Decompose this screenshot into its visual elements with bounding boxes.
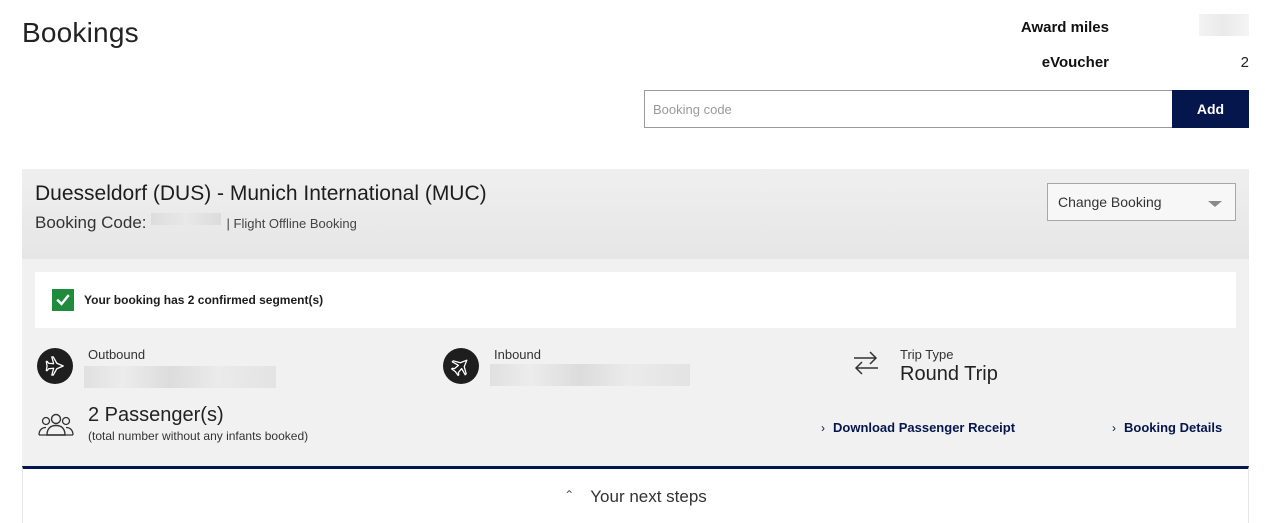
- masked-inbound-details: [490, 364, 690, 386]
- route-title: Duesseldorf (DUS) - Munich International…: [35, 182, 487, 205]
- booking-card-header: Duesseldorf (DUS) - Munich International…: [22, 169, 1249, 259]
- booking-details-link[interactable]: › Booking Details: [1112, 420, 1222, 435]
- caret-down-icon: [1208, 201, 1222, 207]
- booking-details-label: Booking Details: [1124, 420, 1223, 435]
- masked-award-miles: [1199, 14, 1249, 36]
- masked-outbound-details: [84, 366, 276, 388]
- add-button[interactable]: Add: [1172, 90, 1249, 128]
- confirmation-text: Your booking has 2 confirmed segment(s): [84, 293, 324, 307]
- inbound-label: Inbound: [494, 347, 541, 362]
- change-booking-select[interactable]: Change Booking: [1047, 183, 1236, 221]
- group-icon: [38, 410, 74, 438]
- confirmation-box: Your booking has 2 confirmed segment(s): [35, 272, 1236, 328]
- plane-departure-icon: [37, 348, 73, 384]
- trip-type-value: Round Trip: [900, 363, 998, 385]
- plane-arrival-icon: [443, 348, 479, 384]
- booking-type-label: | Flight Offline Booking: [226, 215, 357, 231]
- masked-booking-code: [150, 213, 221, 225]
- evoucher-label: eVoucher: [1041, 54, 1109, 71]
- booking-code-label: Booking Code:: [35, 213, 147, 232]
- swap-arrows-icon: [851, 349, 881, 377]
- download-receipt-label: Download Passenger Receipt: [833, 420, 1016, 435]
- chevron-right-icon: ›: [821, 420, 825, 435]
- award-miles-row: Award miles: [909, 14, 1249, 40]
- award-miles-value: [1109, 14, 1249, 40]
- evoucher-row: eVoucher 2: [909, 54, 1249, 71]
- download-receipt-link[interactable]: › Download Passenger Receipt: [821, 420, 1015, 435]
- trip-type-label: Trip Type: [900, 347, 954, 362]
- passenger-note: (total number without any infants booked…: [88, 429, 309, 443]
- next-steps-toggle[interactable]: ⌃ Your next steps: [23, 487, 1248, 507]
- add-booking-form: Add: [644, 90, 1249, 128]
- change-booking-label: Change Booking: [1058, 194, 1162, 210]
- checkmark-icon: [52, 289, 74, 311]
- chevron-right-icon: ›: [1112, 420, 1116, 435]
- page-title: Bookings: [22, 17, 139, 48]
- chevron-up-icon: ⌃: [564, 488, 575, 502]
- booking-code-input[interactable]: [644, 90, 1172, 128]
- booking-card: Duesseldorf (DUS) - Munich International…: [22, 169, 1249, 523]
- passenger-count: 2 Passenger(s): [88, 404, 224, 426]
- award-miles-label: Award miles: [1020, 18, 1109, 36]
- evoucher-value: 2: [1240, 54, 1249, 71]
- next-steps-panel: ⌃ Your next steps: [22, 466, 1249, 523]
- booking-code-line: Booking Code: | Flight Offline Booking: [35, 213, 357, 233]
- next-steps-label: Your next steps: [590, 487, 707, 506]
- outbound-label: Outbound: [88, 347, 146, 362]
